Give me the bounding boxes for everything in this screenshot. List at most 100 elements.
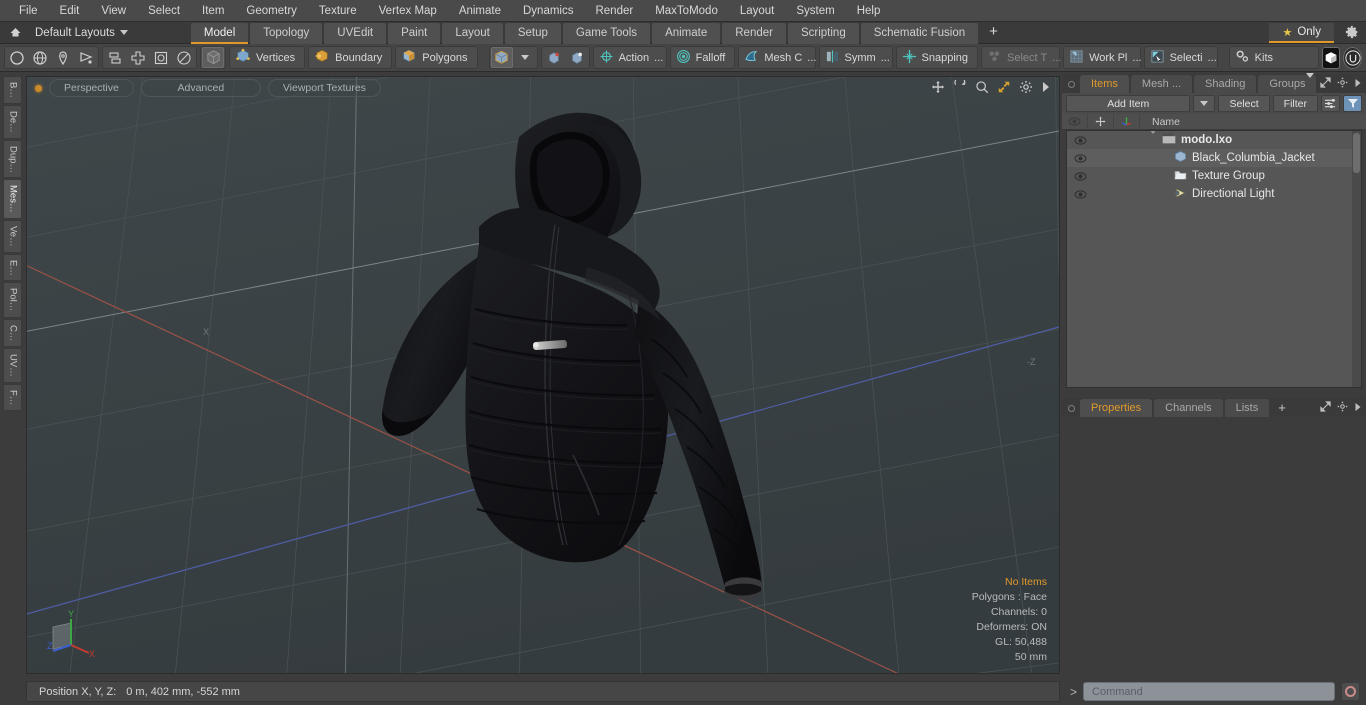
globe-icon[interactable] [29,47,51,68]
list-view-icon[interactable] [1321,95,1340,112]
pan-icon[interactable] [931,80,945,96]
tab-paint[interactable]: Paint [388,22,441,44]
item-row-scene[interactable]: modo.lxo [1145,131,1361,147]
kits-button[interactable]: Kits [1228,46,1319,69]
menu-item-render[interactable]: Render [584,0,644,22]
left-tab-polygon[interactable]: Pol… [2,282,22,318]
left-tab-deform[interactable]: De… [2,104,22,139]
eye-icon[interactable] [1067,189,1093,199]
items-list-scrollbar[interactable] [1352,131,1361,387]
menu-item-dynamics[interactable]: Dynamics [512,0,584,22]
left-tab-mesh-edit[interactable]: Mes… [2,179,22,219]
viewport-3d[interactable]: X -Z Perspective Advanced Viewport Textu… [26,76,1060,674]
menu-item-vertex-map[interactable]: Vertex Map [368,0,448,22]
menu-item-file[interactable]: File [8,0,49,22]
center-icon[interactable] [150,47,172,68]
chevron-down-icon[interactable] [514,47,536,68]
home-icon[interactable] [3,23,27,43]
center-pivot-icon[interactable] [566,47,588,68]
symmetry-button[interactable]: Symm ... [818,46,893,69]
unreal-logo-icon[interactable] [1343,46,1363,69]
tab-layout[interactable]: Layout [442,22,503,44]
view-mode-button[interactable]: Perspective [49,79,134,97]
scrollbar-thumb[interactable] [1353,133,1360,173]
work-plane-button[interactable]: Work Pl ... [1063,46,1142,69]
select-mode-polygons[interactable]: Polygons [395,46,478,69]
expand-icon[interactable] [1320,401,1331,415]
zoom-icon[interactable] [975,80,989,96]
menu-item-animate[interactable]: Animate [448,0,512,22]
left-tab-edge[interactable]: E… [2,253,22,282]
gear-icon[interactable] [1337,401,1348,415]
tab-model[interactable]: Model [190,22,249,44]
tab-scripting[interactable]: Scripting [787,22,859,44]
menu-item-select[interactable]: Select [137,0,191,22]
menu-item-geometry[interactable]: Geometry [235,0,308,22]
viewport-textures-button[interactable]: Viewport Textures [267,79,381,97]
item-row-texture-group[interactable]: Texture Group [1145,169,1361,184]
curve-icon[interactable] [75,47,97,68]
left-tab-basic[interactable]: B… [2,76,22,104]
left-tab-curve[interactable]: C… [2,318,22,347]
add-item-button[interactable]: Add Item [1066,95,1191,112]
eye-icon[interactable] [1067,153,1093,163]
tab-game-tools[interactable]: Game Tools [562,22,651,44]
panel-tab-shading[interactable]: Shading [1194,75,1257,93]
menu-item-help[interactable]: Help [846,0,892,22]
gear-icon[interactable] [1019,80,1033,96]
item-row-mesh[interactable]: Black_Columbia_Jacket [1145,150,1361,166]
tab-schematic-fusion[interactable]: Schematic Fusion [860,22,979,44]
menu-item-edit[interactable]: Edit [49,0,91,22]
menu-item-texture[interactable]: Texture [308,0,368,22]
chevron-right-icon[interactable] [1354,78,1362,91]
tab-setup[interactable]: Setup [504,22,561,44]
left-tab-duplicate[interactable]: Dup… [2,139,22,179]
modo-logo-icon[interactable] [1321,46,1341,69]
chevron-right-icon[interactable] [1354,402,1362,415]
table-row[interactable]: Black_Columbia_Jacket [1067,149,1361,167]
table-row[interactable]: Directional Light [1067,185,1361,203]
menu-item-system[interactable]: System [785,0,845,22]
chevron-down-icon[interactable] [1149,131,1157,146]
falloff-button[interactable]: Falloff [669,46,736,69]
select-through-button[interactable]: Select T ... [981,46,1061,69]
funnel-icon[interactable] [1343,95,1362,112]
mesh-constraint-button[interactable]: Mesh C ... [738,46,816,69]
panel-tab-mesh-ops[interactable]: Mesh ... [1130,75,1193,93]
only-button[interactable]: ★ Only [1269,23,1334,43]
select-mode-boundary[interactable]: Boundary [308,46,393,69]
panel-tab-properties[interactable]: Properties [1080,399,1153,417]
pen-icon[interactable] [52,47,74,68]
gear-icon[interactable] [1345,25,1359,42]
eye-icon[interactable] [1067,135,1093,145]
left-tab-fusion[interactable]: F… [2,383,22,411]
expand-icon[interactable] [1320,77,1331,91]
menu-item-layout[interactable]: Layout [729,0,786,22]
panel-tab-items[interactable]: Items [1080,75,1129,93]
add-tab-button[interactable]: + [980,23,1007,44]
chevron-right-icon[interactable] [1041,81,1051,95]
filter-button[interactable]: Filter [1272,95,1318,112]
select-button[interactable]: Select [1218,95,1270,112]
eye-icon[interactable] [1067,171,1093,181]
radial-icon[interactable] [173,47,195,68]
panel-tab-channels[interactable]: Channels [1154,399,1223,417]
tab-render[interactable]: Render [722,22,786,44]
action-center-button[interactable]: Action ... [592,46,667,69]
tab-uvedit[interactable]: UVEdit [324,22,387,44]
fit-icon[interactable] [997,80,1011,96]
selection-sets-button[interactable]: Selecti ... [1143,46,1218,69]
circle-icon[interactable] [6,47,28,68]
menu-item-item[interactable]: Item [191,0,235,22]
shading-mode-button[interactable]: Advanced [140,79,261,97]
panel-add-tab-button[interactable]: + [1271,399,1293,417]
pivot-icon[interactable] [543,47,565,68]
axis-gizmo[interactable]: Y X Z [41,607,97,663]
left-tab-uv[interactable]: UV… [2,347,22,383]
item-cube-icon[interactable] [490,47,513,68]
left-tab-vertex[interactable]: Ve… [2,219,22,253]
panel-tab-lists[interactable]: Lists [1224,399,1270,417]
snapping-button[interactable]: Snapping [895,46,979,69]
cube-solid-icon[interactable] [202,47,224,68]
tab-topology[interactable]: Topology [250,22,323,44]
